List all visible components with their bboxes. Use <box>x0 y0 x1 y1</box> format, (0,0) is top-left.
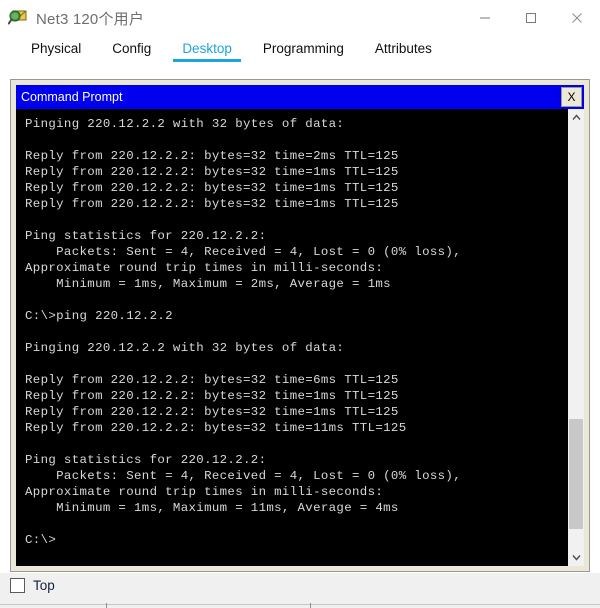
device-tabs: Physical Config Desktop Programming Attr… <box>0 36 600 69</box>
chevron-down-icon <box>571 555 581 561</box>
terminal-output-text: Pinging 220.12.2.2 with 32 bytes of data… <box>25 117 461 547</box>
close-button[interactable] <box>554 0 600 36</box>
window-title: Net3 120个用户 <box>36 10 145 28</box>
maximize-button[interactable] <box>508 0 554 36</box>
maximize-icon <box>526 13 536 23</box>
command-prompt-title: Command Prompt <box>21 90 123 104</box>
chevron-up-icon <box>571 114 581 120</box>
footer-tick-left <box>106 603 107 608</box>
close-icon <box>572 13 582 23</box>
minimize-icon <box>480 17 490 19</box>
desktop-panel: Command Prompt X Pinging 220.12.2.2 with… <box>10 79 590 572</box>
footer-tick-right <box>310 603 311 608</box>
tab-attributes[interactable]: Attributes <box>366 36 441 62</box>
terminal-scrollbar[interactable] <box>567 109 584 566</box>
tab-programming[interactable]: Programming <box>254 36 353 62</box>
window-controls <box>462 0 600 36</box>
top-checkbox-row[interactable]: Top <box>0 573 600 593</box>
window-titlebar: Net3 120个用户 <box>0 0 600 36</box>
command-prompt-titlebar: Command Prompt X <box>16 85 584 109</box>
minimize-button[interactable] <box>462 0 508 36</box>
top-checkbox[interactable] <box>10 578 25 593</box>
tab-config[interactable]: Config <box>103 36 160 62</box>
scrollbar-down-button[interactable] <box>568 549 584 566</box>
scrollbar-up-button[interactable] <box>568 109 584 126</box>
packet-tracer-icon <box>7 7 30 29</box>
command-prompt-window: Command Prompt X Pinging 220.12.2.2 with… <box>16 85 584 566</box>
top-checkbox-label: Top <box>33 578 55 593</box>
command-prompt-close-button[interactable]: X <box>561 87 582 107</box>
footer-divider <box>0 604 600 605</box>
terminal-output-area[interactable]: Pinging 220.12.2.2 with 32 bytes of data… <box>16 109 567 566</box>
command-prompt-body: Pinging 220.12.2.2 with 32 bytes of data… <box>16 109 584 566</box>
scrollbar-thumb[interactable] <box>569 419 583 529</box>
footer-bar: Top <box>0 573 600 608</box>
tab-desktop[interactable]: Desktop <box>173 36 241 62</box>
tab-physical[interactable]: Physical <box>22 36 90 62</box>
